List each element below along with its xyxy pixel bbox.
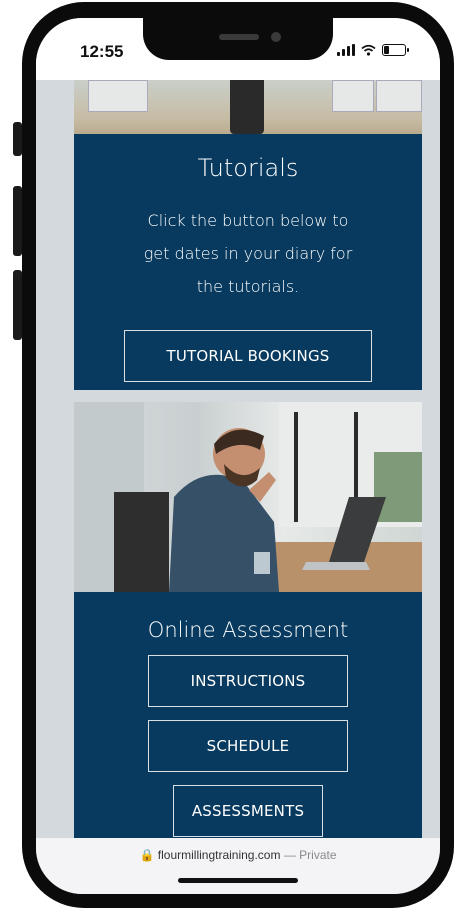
- person-figure: [230, 80, 264, 134]
- phone-screen: 12:55 Tutorials Click the button below t…: [36, 18, 440, 894]
- home-indicator[interactable]: [178, 878, 298, 883]
- schedule-button[interactable]: SCHEDULE: [148, 720, 348, 772]
- status-time: 12:55: [80, 42, 124, 61]
- tutorials-line-3: the tutorials.: [196, 277, 300, 296]
- tutorials-hero-image: [74, 80, 422, 134]
- tutorials-line-1: Click the button below to: [147, 211, 349, 230]
- instructions-button[interactable]: INSTRUCTIONS: [148, 655, 348, 707]
- signal-icon: [337, 44, 355, 56]
- tutorials-card: Tutorials Click the button below to get …: [74, 80, 422, 390]
- tutorial-bookings-button[interactable]: TUTORIAL BOOKINGS: [124, 330, 372, 382]
- mute-switch: [13, 122, 22, 156]
- assessments-button[interactable]: ASSESSMENTS: [173, 785, 323, 837]
- tutorials-title: Tutorials: [197, 154, 299, 182]
- private-label: — Private: [283, 848, 337, 862]
- url-domain: flourmillingtraining.com: [157, 848, 281, 862]
- assessment-card: Online Assessment INSTRUCTIONS SCHEDULE …: [74, 402, 422, 840]
- front-camera: [271, 32, 281, 42]
- notch: [143, 18, 333, 60]
- browser-address-bar[interactable]: 🔒 flourmillingtraining.com — Private: [36, 838, 440, 894]
- volume-up-button: [13, 186, 22, 256]
- url-text[interactable]: 🔒 flourmillingtraining.com — Private: [36, 848, 440, 862]
- tutorials-line-2: get dates in your diary for: [143, 244, 353, 263]
- assessment-hero-image: [74, 402, 422, 592]
- wifi-icon: [361, 44, 376, 56]
- speaker-grille: [219, 34, 259, 40]
- lock-icon: 🔒: [139, 848, 155, 862]
- volume-down-button: [13, 270, 22, 340]
- assessment-title: Online Assessment: [147, 618, 349, 642]
- battery-icon: [382, 44, 409, 56]
- man-at-laptop-photo: [74, 402, 422, 592]
- status-icons: [337, 44, 409, 56]
